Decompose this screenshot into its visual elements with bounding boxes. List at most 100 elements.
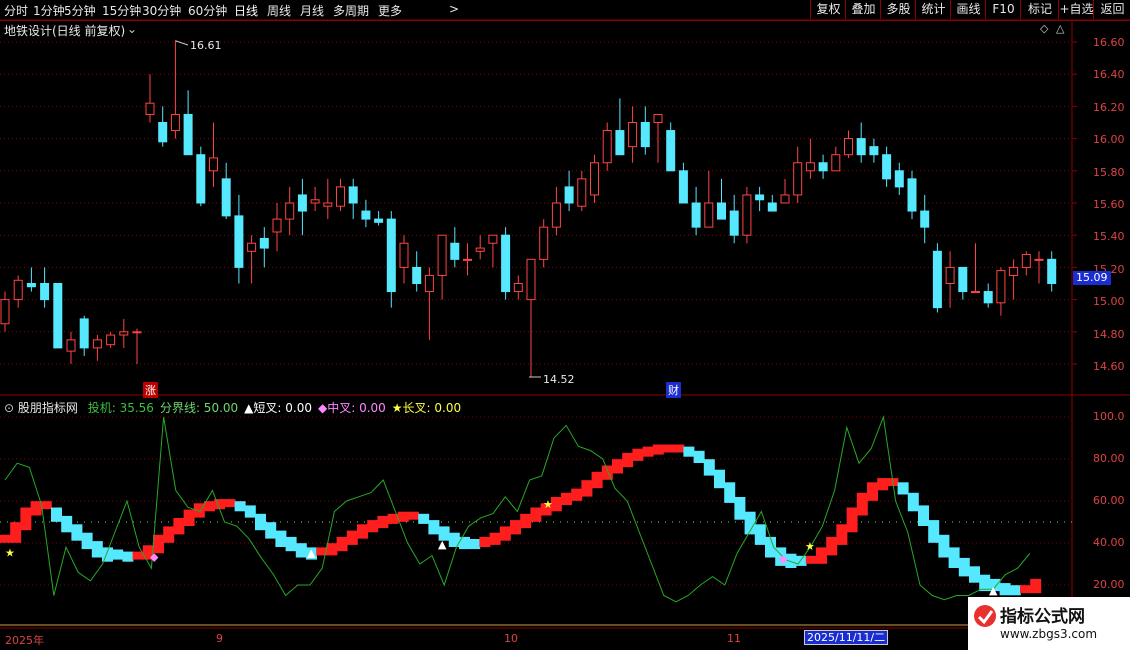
candle-body xyxy=(831,154,841,172)
candle-body xyxy=(564,186,574,204)
signal-marker: ▲ xyxy=(307,546,316,559)
candle-body xyxy=(932,250,942,309)
candle-body xyxy=(971,291,980,294)
indicator-step xyxy=(816,547,827,564)
indicator-step xyxy=(826,536,838,556)
indicator-step xyxy=(642,446,654,457)
indicator-step xyxy=(91,541,103,558)
candle-body xyxy=(818,162,828,172)
candle-body xyxy=(1009,266,1019,276)
candle-body xyxy=(907,178,917,212)
candle-body xyxy=(640,122,650,148)
candle-body xyxy=(463,258,472,261)
indicator-tick: 40.00 xyxy=(1093,536,1125,549)
candle-body xyxy=(437,234,447,276)
diamond-icon[interactable]: ◇ xyxy=(1040,22,1048,35)
candle-body xyxy=(13,279,23,301)
signal-marker: ▲ xyxy=(438,538,447,551)
candle-body xyxy=(158,122,168,143)
candle-body xyxy=(145,102,155,115)
candle-body xyxy=(424,274,434,293)
indicator-step xyxy=(693,450,705,463)
indicator-step xyxy=(856,492,868,516)
candle-body xyxy=(234,215,244,268)
candle-body xyxy=(488,234,498,244)
indicator-item-4: ★长叉: 0.00 xyxy=(391,401,462,415)
price-tick: 15.00 xyxy=(1093,295,1125,309)
price-tick: 15.60 xyxy=(1093,198,1125,211)
logo-icon xyxy=(972,603,998,629)
indicator-tick: 80.00 xyxy=(1093,452,1125,465)
indicator-step xyxy=(377,515,389,529)
candle-body xyxy=(856,138,866,156)
indicator-step xyxy=(1030,578,1042,594)
candle-body xyxy=(983,291,993,304)
indicator-step xyxy=(265,522,277,539)
price-tick: 16.40 xyxy=(1093,68,1125,82)
candle-body xyxy=(106,334,116,346)
indicator-step xyxy=(122,551,134,562)
indicator-step xyxy=(346,530,358,545)
indicator-item-0: 投机: 35.56 xyxy=(87,401,154,415)
candle-body xyxy=(602,130,612,164)
candle-body xyxy=(945,266,955,284)
gear-icon[interactable]: ⊙ xyxy=(4,401,14,415)
indicator-step xyxy=(418,513,430,524)
candle-body xyxy=(615,130,625,156)
indicator-name[interactable]: 股朋指标网 xyxy=(18,401,78,415)
indicator-step xyxy=(765,536,776,558)
indicator-step xyxy=(601,465,613,480)
candle-body xyxy=(1047,258,1057,285)
indicator-step xyxy=(102,547,113,562)
candle-body xyxy=(0,299,10,325)
indicator-step xyxy=(459,536,470,550)
candle-body xyxy=(386,218,396,293)
cai-marker[interactable]: 财 xyxy=(666,382,681,398)
candle-body xyxy=(577,178,587,207)
indicator-step xyxy=(1009,585,1021,596)
indicator-step xyxy=(907,492,919,512)
indicator-step xyxy=(836,524,848,545)
candle-body xyxy=(844,138,853,156)
indicator-step xyxy=(663,444,674,453)
triangle-icon[interactable]: △ xyxy=(1056,22,1064,35)
indicator-step xyxy=(724,482,736,503)
candle-body xyxy=(183,113,193,156)
indicator-step xyxy=(714,469,725,489)
indicator-tick: 100.0 xyxy=(1093,410,1125,423)
candle-body xyxy=(628,122,638,148)
indicator-step xyxy=(183,509,195,526)
indicator-step xyxy=(489,532,501,545)
candle-body xyxy=(653,113,663,123)
indicator-tick: 20.00 xyxy=(1093,578,1125,591)
candle-body xyxy=(793,162,803,196)
indicator-step xyxy=(683,446,695,457)
indicator-step xyxy=(571,488,583,501)
indicator-step xyxy=(846,507,858,533)
chevron-down-icon[interactable]: ⌄ xyxy=(127,22,137,36)
indicator-step xyxy=(224,499,236,508)
cursor-date-box: 2025/11/11/二 xyxy=(804,630,889,645)
candle-body xyxy=(348,186,358,204)
candle-body xyxy=(285,202,295,220)
candle-body xyxy=(501,234,511,293)
kline-chart[interactable]: ★ ◆ ▲ ▲ ★ ◆ ★ ▲ xyxy=(0,0,1130,650)
indicator-step xyxy=(295,543,307,558)
watermark-title: 指标公式网 xyxy=(1000,607,1085,627)
candle-body xyxy=(869,146,879,156)
candle-body xyxy=(780,194,790,204)
zhang-marker[interactable]: 涨 xyxy=(143,382,158,398)
date-label-1: 9 xyxy=(216,632,223,645)
indicator-step xyxy=(326,543,338,556)
signal-marker: ★ xyxy=(5,546,15,559)
price-tick: 15.80 xyxy=(1093,165,1125,179)
candle-body xyxy=(805,162,815,172)
indicator-step xyxy=(673,444,685,453)
candle-body xyxy=(755,194,765,201)
candle-body xyxy=(53,283,63,349)
indicator-item-3: ◆中叉: 0.00 xyxy=(317,401,386,415)
indicator-step xyxy=(612,459,623,474)
candle-body xyxy=(79,318,89,349)
indicator-step xyxy=(948,547,960,568)
candle-body xyxy=(412,266,422,284)
